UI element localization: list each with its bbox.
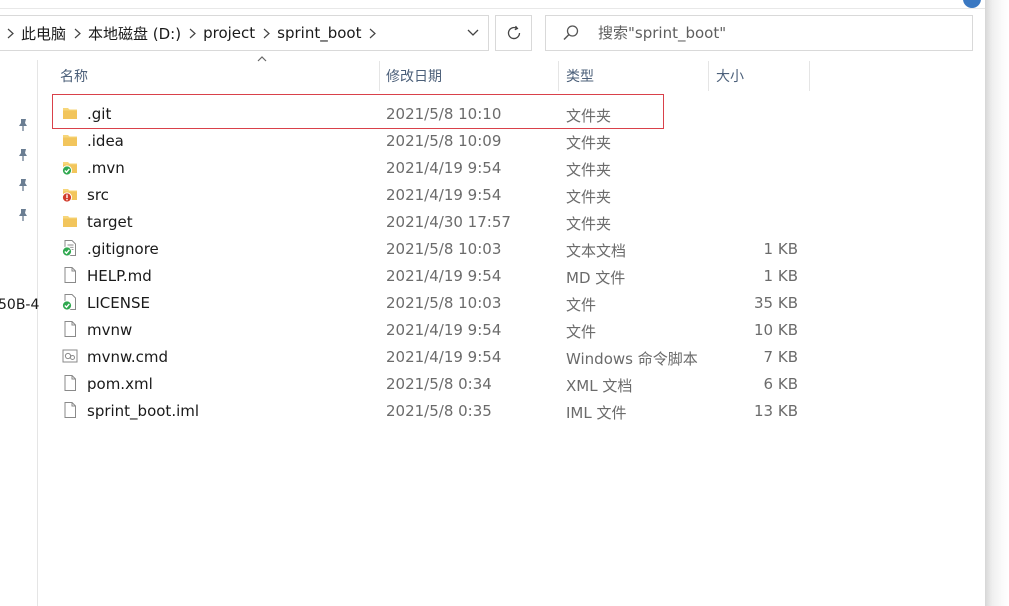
file-modified-date: 2021/4/19 9:54: [386, 321, 502, 339]
file-icon: [61, 401, 79, 419]
chevron-right-icon[interactable]: [260, 16, 272, 50]
chevron-right-icon[interactable]: [4, 16, 16, 50]
file-icon: [61, 320, 79, 338]
file-name[interactable]: mvnw: [87, 321, 132, 339]
file-explorer-window: 此电脑 本地磁盘 (D:) project sprint_boot 50B-: [0, 0, 985, 606]
file-size: 1 KB: [763, 240, 798, 258]
chevron-right-icon[interactable]: [366, 16, 378, 50]
file-row[interactable]: LICENSE 2021/5/8 10:03 文件 35 KB: [48, 289, 810, 316]
file-modified-date: 2021/4/19 9:54: [386, 159, 502, 177]
file-row[interactable]: src 2021/4/19 9:54 文件夹: [48, 181, 810, 208]
breadcrumb-item-local-disk[interactable]: 本地磁盘 (D:): [87, 23, 182, 44]
file-type: 文件夹: [566, 215, 612, 233]
file-type: 文件: [566, 323, 597, 341]
breadcrumb-item-this-pc[interactable]: 此电脑: [20, 23, 67, 44]
file-type: 文件: [566, 296, 597, 314]
folder-icon: [61, 212, 79, 230]
nav-item-partial-label[interactable]: 50B-4: [0, 297, 39, 313]
file-modified-date: 2021/5/8 0:34: [386, 375, 492, 393]
file-type: Windows 命令脚本: [566, 350, 698, 368]
file-size: 1 KB: [763, 267, 798, 285]
address-bar[interactable]: 此电脑 本地磁盘 (D:) project sprint_boot: [0, 15, 489, 51]
file-modified-date: 2021/4/19 9:54: [386, 348, 502, 366]
file-row[interactable]: HELP.md 2021/4/19 9:54 MD 文件 1 KB: [48, 262, 810, 289]
file-name[interactable]: pom.xml: [87, 375, 153, 393]
chevron-right-icon[interactable]: [186, 16, 198, 50]
breadcrumb-item-project[interactable]: project: [202, 24, 256, 42]
column-header-date[interactable]: 修改日期: [380, 61, 558, 91]
file-name[interactable]: src: [87, 186, 109, 204]
file-modified-date: 2021/4/19 9:54: [386, 267, 502, 285]
file-synced-icon: [61, 293, 79, 311]
folder-error-icon: [61, 185, 79, 203]
column-header: 名称 修改日期 类型 大小: [48, 56, 810, 91]
file-type: 文件夹: [566, 134, 612, 152]
search-input[interactable]: [596, 23, 960, 43]
search-box[interactable]: [545, 15, 973, 51]
file-type: 文本文档: [566, 242, 627, 260]
file-row[interactable]: target 2021/4/30 17:57 文件夹: [48, 208, 810, 235]
folder-synced-icon: [61, 158, 79, 176]
text-file-synced-icon: [61, 239, 79, 257]
file-row[interactable]: .gitignore 2021/5/8 10:03 文本文档 1 KB: [48, 235, 810, 262]
file-modified-date: 2021/4/19 9:54: [386, 186, 502, 204]
column-header-type[interactable]: 类型: [559, 61, 708, 91]
breadcrumb-item-sprint-boot[interactable]: sprint_boot: [276, 24, 362, 42]
window-shadow: [985, 0, 1009, 606]
pin-icon[interactable]: [17, 148, 29, 162]
refresh-icon: [507, 25, 520, 40]
pin-icon[interactable]: [17, 178, 29, 192]
file-name[interactable]: LICENSE: [87, 294, 150, 312]
file-modified-date: 2021/5/8 10:03: [386, 240, 502, 258]
column-header-name[interactable]: 名称: [48, 61, 378, 91]
column-divider[interactable]: [809, 61, 810, 91]
file-icon: [61, 266, 79, 284]
file-name[interactable]: .gitignore: [87, 240, 159, 258]
file-size: 7 KB: [763, 348, 798, 366]
refresh-button[interactable]: [495, 15, 532, 51]
file-type: 文件夹: [566, 188, 612, 206]
file-size: 6 KB: [763, 375, 798, 393]
folder-icon: [61, 131, 79, 149]
file-row[interactable]: sprint_boot.iml 2021/5/8 0:35 IML 文件 13 KB: [48, 397, 810, 424]
file-name[interactable]: mvnw.cmd: [87, 348, 168, 366]
file-name[interactable]: .mvn: [87, 159, 125, 177]
file-type: IML 文件: [566, 404, 627, 422]
chevron-down-icon: [467, 29, 479, 36]
file-name[interactable]: .idea: [87, 132, 124, 150]
breadcrumb: 此电脑 本地磁盘 (D:) project sprint_boot: [0, 16, 458, 50]
file-row[interactable]: .mvn 2021/4/19 9:54 文件夹: [48, 154, 810, 181]
column-header-size[interactable]: 大小: [709, 61, 809, 91]
file-name[interactable]: HELP.md: [87, 267, 152, 285]
file-row[interactable]: mvnw.cmd 2021/4/19 9:54 Windows 命令脚本 7 KB: [48, 343, 810, 370]
file-row[interactable]: mvnw 2021/4/19 9:54 文件 10 KB: [48, 316, 810, 343]
file-row[interactable]: .idea 2021/5/8 10:09 文件夹: [48, 127, 810, 154]
file-name[interactable]: sprint_boot.iml: [87, 402, 199, 420]
file-modified-date: 2021/5/8 10:03: [386, 294, 502, 312]
window-top-edge: [0, 0, 985, 9]
file-type: XML 文档: [566, 377, 633, 395]
navigation-pane: 50B-4: [0, 60, 39, 606]
file-type: 文件夹: [566, 161, 612, 179]
file-size: 13 KB: [754, 402, 798, 420]
chevron-right-icon[interactable]: [71, 16, 83, 50]
file-modified-date: 2021/5/8 10:09: [386, 132, 502, 150]
pin-icon[interactable]: [17, 208, 29, 222]
file-modified-date: 2021/4/30 17:57: [386, 213, 511, 231]
search-icon: [562, 16, 588, 50]
address-history-dropdown[interactable]: [458, 16, 488, 50]
file-modified-date: 2021/5/8 0:35: [386, 402, 492, 420]
file-icon: [61, 374, 79, 392]
script-file-icon: [61, 347, 79, 365]
pin-icon[interactable]: [17, 118, 29, 132]
file-size: 35 KB: [754, 294, 798, 312]
file-row[interactable]: pom.xml 2021/5/8 0:34 XML 文档 6 KB: [48, 370, 810, 397]
file-size: 10 KB: [754, 321, 798, 339]
file-name[interactable]: target: [87, 213, 133, 231]
file-type: MD 文件: [566, 269, 626, 287]
selection-highlight-box: [52, 94, 664, 129]
